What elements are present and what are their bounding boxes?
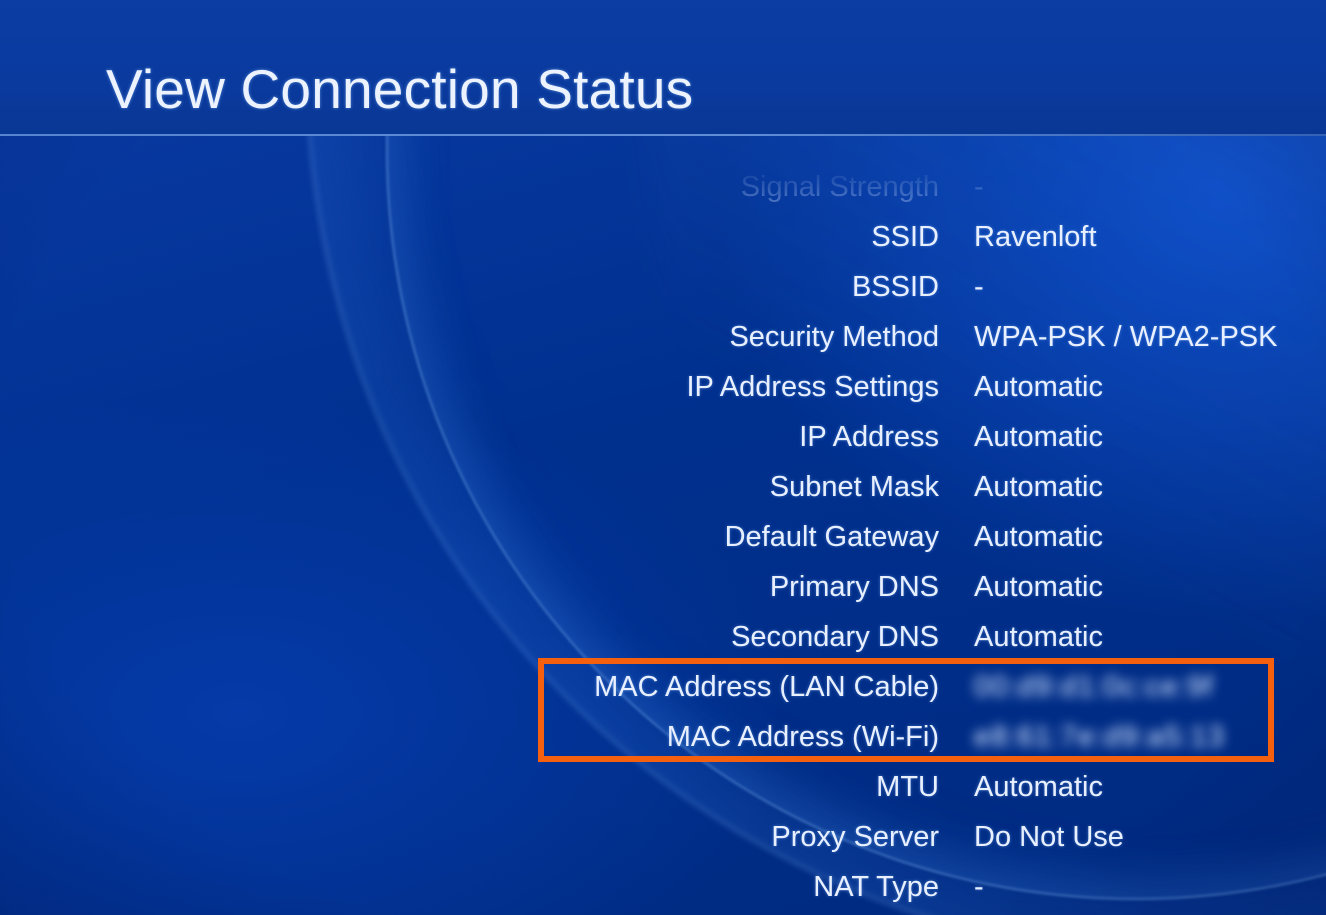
- info-row-value: -: [974, 870, 984, 903]
- info-row: SSID Ravenloft: [0, 212, 1326, 262]
- info-row-value: e8:61:7e:d9:a5:13: [974, 720, 1225, 753]
- info-row-value: -: [974, 170, 984, 203]
- info-row-label: Secondary DNS: [731, 620, 939, 653]
- info-row-label: IP Address: [799, 420, 939, 453]
- info-row-value: Automatic: [974, 620, 1103, 653]
- info-row-value: Automatic: [974, 420, 1103, 453]
- info-row: Proxy Server Do Not Use: [0, 812, 1326, 862]
- info-row-value: Ravenloft: [974, 220, 1097, 253]
- info-row-label: IP Address Settings: [686, 370, 939, 403]
- info-row: NAT Type -: [0, 862, 1326, 912]
- info-row: MTU Automatic: [0, 762, 1326, 812]
- info-row-label: Default Gateway: [724, 520, 939, 553]
- info-row-label: BSSID: [851, 270, 939, 303]
- info-row-label: MTU: [876, 770, 939, 803]
- info-row-value: 00:d9:d1:0c:ce:9f: [974, 670, 1214, 703]
- info-row-value: Automatic: [974, 370, 1103, 403]
- info-row-value: Automatic: [974, 770, 1103, 803]
- info-row: Primary DNS Automatic: [0, 562, 1326, 612]
- info-row-value: Automatic: [974, 470, 1103, 503]
- connection-status-screen: View Connection Status Signal Strength - S…: [0, 0, 1326, 915]
- info-row: IP Address Automatic: [0, 412, 1326, 462]
- info-row: Secondary DNS Automatic: [0, 612, 1326, 662]
- info-row-label: MAC Address (Wi-Fi): [666, 720, 939, 753]
- info-row: BSSID -: [0, 262, 1326, 312]
- info-row-label: Signal Strength: [740, 170, 939, 203]
- info-row: MAC Address (Wi-Fi) e8:61:7e:d9:a5:13: [0, 712, 1326, 762]
- info-row-label: Security Method: [729, 320, 939, 353]
- info-row: Security Method WPA-PSK / WPA2-PSK: [0, 312, 1326, 362]
- info-row-value: Automatic: [974, 520, 1103, 553]
- info-row-value: Do Not Use: [974, 820, 1124, 853]
- info-row-value: -: [974, 270, 984, 303]
- info-row-value: WPA-PSK / WPA2-PSK: [974, 320, 1278, 353]
- info-row: Subnet Mask Automatic: [0, 462, 1326, 512]
- page-header: View Connection Status: [0, 0, 1326, 136]
- info-row-value: Automatic: [974, 570, 1103, 603]
- info-row: MAC Address (LAN Cable) 00:d9:d1:0c:ce:9f: [0, 662, 1326, 712]
- info-row-label: MAC Address (LAN Cable): [594, 670, 939, 703]
- info-row: Default Gateway Automatic: [0, 512, 1326, 562]
- info-row: Signal Strength -: [0, 162, 1326, 212]
- connection-info-list: Signal Strength - SSID Ravenloft BSSID - Secur…: [0, 136, 1326, 915]
- info-row-label: Subnet Mask: [769, 470, 939, 503]
- info-row-label: NAT Type: [813, 870, 939, 903]
- info-row-label: Primary DNS: [769, 570, 939, 603]
- page-title: View Connection Status: [106, 58, 694, 120]
- info-row-label: Proxy Server: [771, 820, 939, 853]
- info-row: IP Address Settings Automatic: [0, 362, 1326, 412]
- info-row-label: SSID: [871, 220, 939, 253]
